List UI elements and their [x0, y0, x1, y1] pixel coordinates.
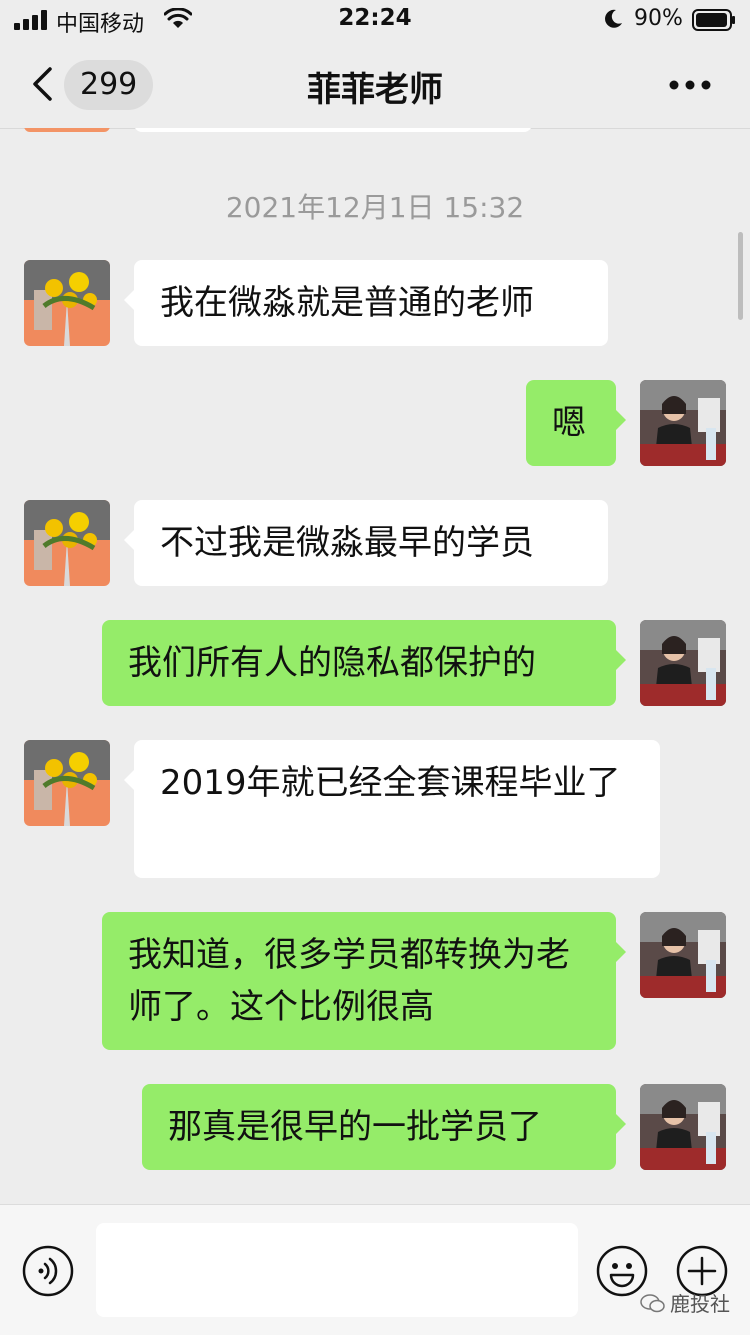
self-avatar[interactable]: [640, 380, 726, 466]
message-bubble-received[interactable]: 不过我是微淼最早的学员: [124, 500, 608, 586]
moon-icon: [605, 9, 622, 28]
message-timestamp: 2021年12月1日 15:32: [225, 191, 525, 224]
voice-icon[interactable]: [22, 1245, 74, 1297]
message-list[interactable]: 2021年12月1日 15:32 我在微淼就是普通的老师 嗯 不过我是微淼最早的…: [0, 128, 750, 1204]
chat-title: 菲菲老师: [307, 70, 443, 110]
self-avatar[interactable]: [640, 1084, 726, 1170]
watermark-text: 鹿投社: [670, 1292, 730, 1316]
more-icon[interactable]: [668, 78, 712, 92]
self-avatar[interactable]: [640, 620, 726, 706]
previous-message-avatar: [24, 128, 110, 132]
scrollbar[interactable]: [738, 232, 743, 320]
message-bubble-received[interactable]: 2019年就已经全套课程毕业了: [124, 740, 660, 878]
battery-percent: 90%: [634, 6, 683, 31]
wechat-logo-icon: [640, 1293, 665, 1312]
message-bubble-sent[interactable]: 我知道，很多学员都转换为老师了。这个比例很高: [102, 912, 626, 1050]
contact-avatar[interactable]: [24, 740, 110, 826]
message-bubble-received[interactable]: 我在微淼就是普通的老师: [124, 260, 608, 346]
self-avatar[interactable]: [640, 912, 726, 998]
message-bubble-sent[interactable]: 那真是很早的一批学员了: [142, 1084, 626, 1170]
status-bar: 中国移动 22:24 90%: [0, 0, 750, 42]
message-input[interactable]: [96, 1223, 578, 1317]
message-bubble-sent[interactable]: 我们所有人的隐私都保护的: [102, 620, 626, 706]
input-bar: [0, 1204, 750, 1335]
previous-message-bubble: [134, 128, 532, 132]
message-bubble-sent[interactable]: 嗯: [526, 380, 626, 466]
watermark: 鹿投社: [640, 1288, 730, 1317]
contact-avatar[interactable]: [24, 500, 110, 586]
battery-icon: [692, 9, 735, 31]
chat-header: 299 菲菲老师: [0, 42, 750, 129]
contact-avatar[interactable]: [24, 260, 110, 346]
